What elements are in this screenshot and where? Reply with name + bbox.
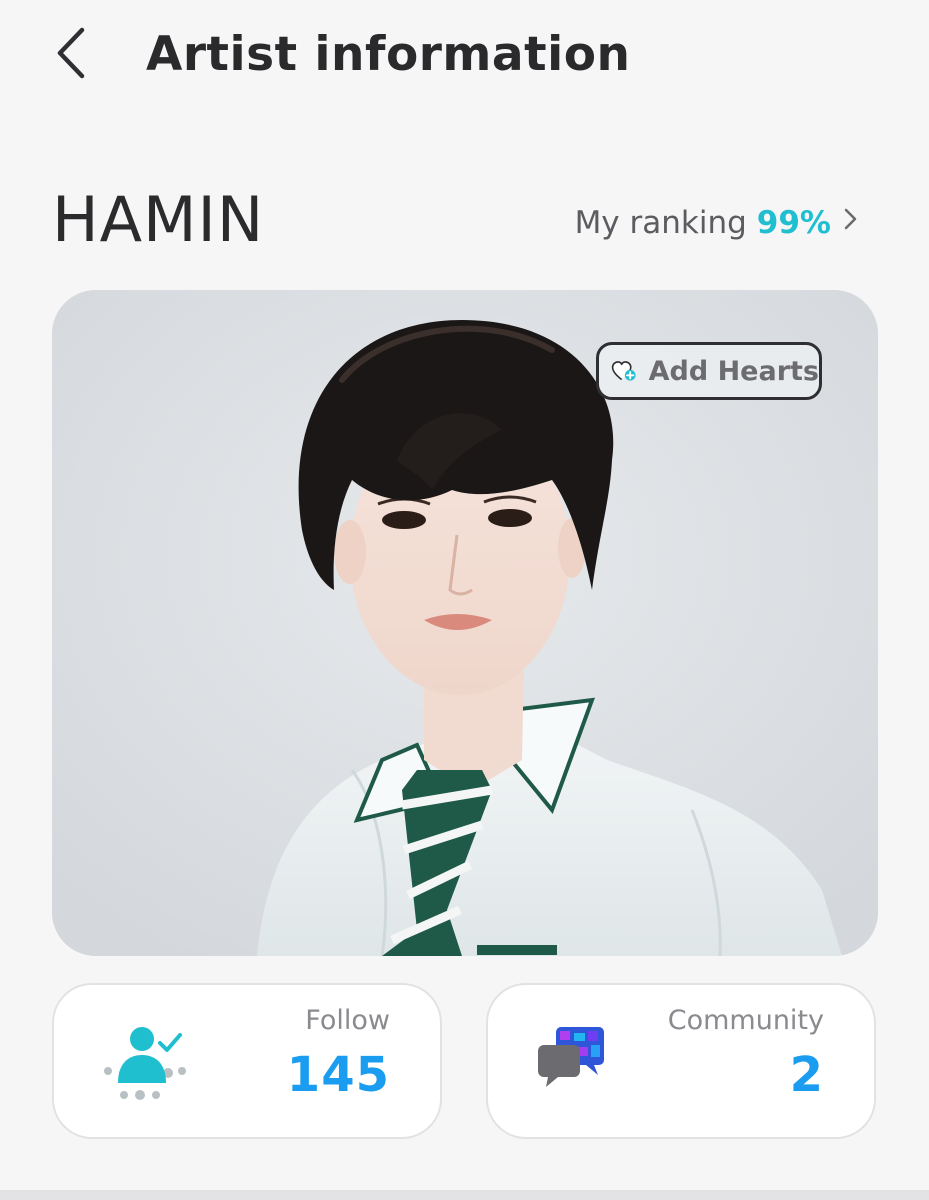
community-count: 2	[789, 1047, 824, 1103]
follow-label: Follow	[305, 1005, 390, 1036]
ranking-value: 99%	[756, 205, 831, 241]
app-header: Artist information	[0, 0, 929, 110]
community-label: Community	[667, 1005, 824, 1036]
community-card[interactable]: Community 2	[486, 983, 876, 1139]
heart-plus-icon	[611, 361, 636, 381]
bottom-divider	[0, 1190, 929, 1200]
chevron-left-icon	[57, 27, 85, 79]
add-hearts-button[interactable]: Add Hearts	[596, 342, 822, 400]
follow-count: 145	[286, 1047, 390, 1103]
chat-bubbles-icon	[538, 1027, 604, 1087]
ranking-label: My ranking	[574, 205, 747, 241]
back-button[interactable]	[44, 18, 104, 88]
artist-photo-card: Add Hearts	[52, 290, 878, 956]
add-hearts-label: Add Hearts	[648, 355, 819, 387]
follow-card[interactable]: Follow 145	[52, 983, 442, 1139]
chevron-right-icon	[843, 200, 859, 246]
user-check-icon	[104, 1027, 186, 1100]
page-title: Artist information	[146, 27, 631, 82]
my-ranking-link[interactable]: My ranking 99%	[575, 200, 859, 246]
artist-name: HAMIN	[52, 183, 265, 256]
